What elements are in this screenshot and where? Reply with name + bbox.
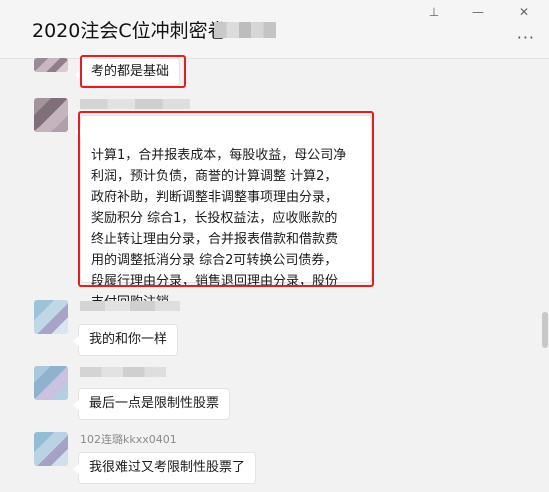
minimize-icon[interactable]: — [467, 2, 489, 22]
avatar[interactable] [34, 98, 68, 132]
message-bubble-3: 我的和你一样 [72, 324, 179, 356]
chat-title: 2020注会C位冲刺密卷 [32, 20, 227, 42]
message-bubble-1: 考的都是基础 [74, 58, 181, 86]
message-text: 考的都是基础 [91, 64, 170, 79]
sender-name-redacted [80, 99, 190, 109]
pin-icon[interactable]: ⊥ [423, 2, 445, 22]
sender-name-redacted [80, 301, 180, 311]
sender-name: 102连璐kkxx0401 [80, 433, 177, 446]
sender-name-redacted [80, 367, 166, 377]
message-text: 计算1，合并报表成本，每股收益，母公司净 利润，预计负债，商誉的计算调整 计算2… [91, 148, 347, 310]
message-text: 最后一点是限制性股票 [89, 396, 220, 411]
scrollbar-thumb[interactable] [542, 312, 548, 348]
message-text: 我的和你一样 [89, 332, 168, 347]
avatar[interactable] [34, 58, 68, 72]
avatar[interactable] [34, 366, 68, 400]
avatar[interactable] [34, 432, 68, 466]
close-icon[interactable]: ✕ [513, 2, 535, 22]
more-icon[interactable]: ··· [517, 28, 535, 47]
message-bubble-4: 最后一点是限制性股票 [72, 388, 231, 420]
message-text: 我很难过又考限制性股票了 [89, 460, 246, 475]
title-bar: 2020注会C位冲刺密卷 ⊥ — ✕ ··· [0, 0, 549, 59]
title-redaction [214, 22, 276, 38]
message-bubble-2: 计算1，合并报表成本，每股收益，母公司净 利润，预计负债，商誉的计算调整 计算2… [75, 115, 372, 310]
message-bubble-5: 我很难过又考限制性股票了 [72, 452, 257, 484]
avatar[interactable] [34, 300, 68, 334]
